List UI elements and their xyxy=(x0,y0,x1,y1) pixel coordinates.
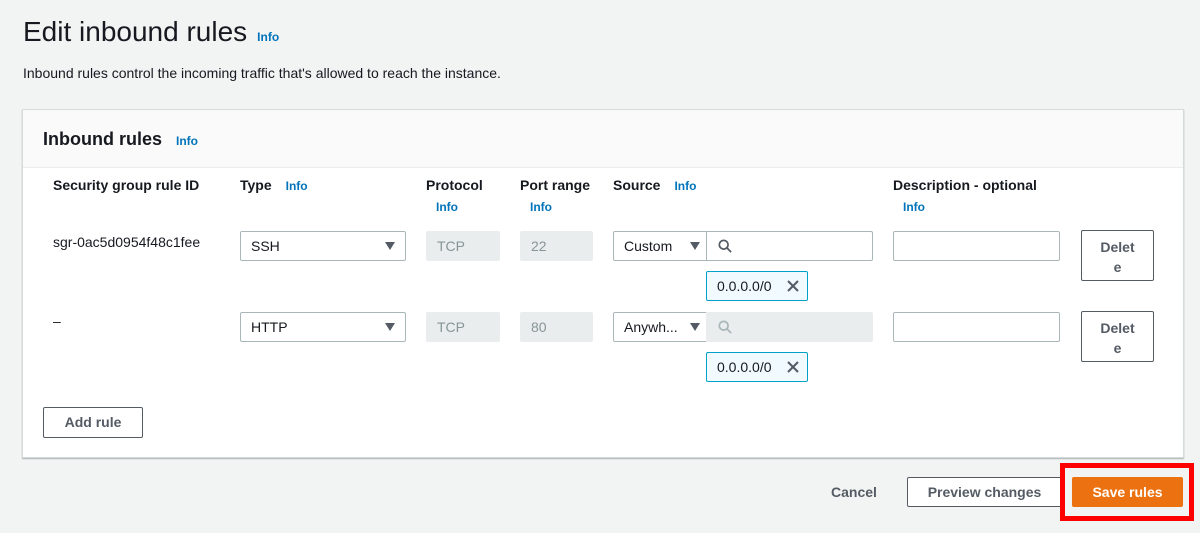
page-title-row: Edit inbound rules Info xyxy=(23,16,279,48)
caret-down-icon xyxy=(690,323,700,331)
column-header-type-label: Type xyxy=(240,177,272,193)
page-description: Inbound rules control the incoming traff… xyxy=(23,65,501,81)
description-info-link[interactable]: Info xyxy=(903,200,1037,214)
cidr-token-1: 0.0.0.0/0 xyxy=(706,271,808,301)
type-select-1-value: SSH xyxy=(251,238,280,254)
source-search-2 xyxy=(706,312,873,342)
column-header-protocol: Protocol Info xyxy=(426,177,483,214)
cidr-token-1-label: 0.0.0.0/0 xyxy=(717,278,772,294)
inbound-rules-panel: Inbound rules Info Security group rule I… xyxy=(22,109,1184,458)
cidr-token-2: 0.0.0.0/0 xyxy=(706,352,808,382)
panel-header: Inbound rules Info xyxy=(23,110,1183,168)
type-select-2-value: HTTP xyxy=(251,319,288,335)
caret-down-icon xyxy=(385,242,395,250)
preview-changes-button[interactable]: Preview changes xyxy=(907,477,1062,507)
column-header-port-range: Port range Info xyxy=(520,177,590,214)
port-range-info-link[interactable]: Info xyxy=(530,200,590,214)
type-select-2[interactable]: HTTP xyxy=(240,312,406,342)
protocol-field-1: TCP xyxy=(426,231,500,261)
column-header-description-label: Description - optional xyxy=(893,177,1037,193)
close-icon[interactable] xyxy=(785,359,801,375)
cancel-button[interactable]: Cancel xyxy=(831,484,877,500)
column-header-type: Type Info xyxy=(240,177,308,193)
protocol-field-2: TCP xyxy=(426,312,500,342)
panel-title: Inbound rules xyxy=(43,129,162,149)
panel-title-row: Inbound rules Info xyxy=(43,129,198,150)
caret-down-icon xyxy=(385,323,395,331)
caret-down-icon xyxy=(690,242,700,250)
page-info-link[interactable]: Info xyxy=(257,30,279,44)
source-select-2-value: Anywh... xyxy=(624,319,678,335)
port-range-field-1: 22 xyxy=(520,231,593,261)
source-select-1-value: Custom xyxy=(624,238,673,254)
type-info-link[interactable]: Info xyxy=(286,179,308,193)
protocol-info-link[interactable]: Info xyxy=(436,200,483,214)
column-header-protocol-label: Protocol xyxy=(426,177,483,193)
description-input-1[interactable] xyxy=(893,231,1060,261)
source-search-1[interactable] xyxy=(706,231,873,261)
source-select-2[interactable]: Anywh... xyxy=(613,312,707,342)
delete-button-1[interactable]: Delete xyxy=(1081,230,1154,281)
delete-button-2[interactable]: Delete xyxy=(1081,311,1154,362)
column-header-description: Description - optional Info xyxy=(893,177,1037,214)
add-rule-button[interactable]: Add rule xyxy=(43,407,143,438)
rule-id-2: – xyxy=(53,313,61,329)
column-header-port-range-label: Port range xyxy=(520,177,591,193)
rule-id-1: sgr-0ac5d0954f48c1fee xyxy=(53,234,201,250)
column-header-rule-id: Security group rule ID xyxy=(53,177,199,193)
type-select-1[interactable]: SSH xyxy=(240,231,406,261)
column-header-source-label: Source xyxy=(613,177,661,193)
search-icon xyxy=(718,239,732,253)
close-icon[interactable] xyxy=(785,278,801,294)
search-icon xyxy=(718,320,732,334)
source-select-1[interactable]: Custom xyxy=(613,231,707,261)
source-search-input-1[interactable] xyxy=(735,232,865,260)
column-header-source: Source Info xyxy=(613,177,696,193)
source-search-input-2 xyxy=(735,313,865,341)
page-title: Edit inbound rules xyxy=(23,16,248,47)
cidr-token-2-label: 0.0.0.0/0 xyxy=(717,359,772,375)
page: Edit inbound rules Info Inbound rules co… xyxy=(0,0,1200,533)
description-input-2[interactable] xyxy=(893,312,1060,342)
panel-info-link[interactable]: Info xyxy=(176,134,198,148)
port-range-field-2: 80 xyxy=(520,312,593,342)
save-rules-button[interactable]: Save rules xyxy=(1072,477,1183,507)
source-info-link[interactable]: Info xyxy=(674,179,696,193)
column-header-rule-id-label: Security group rule ID xyxy=(53,177,200,193)
